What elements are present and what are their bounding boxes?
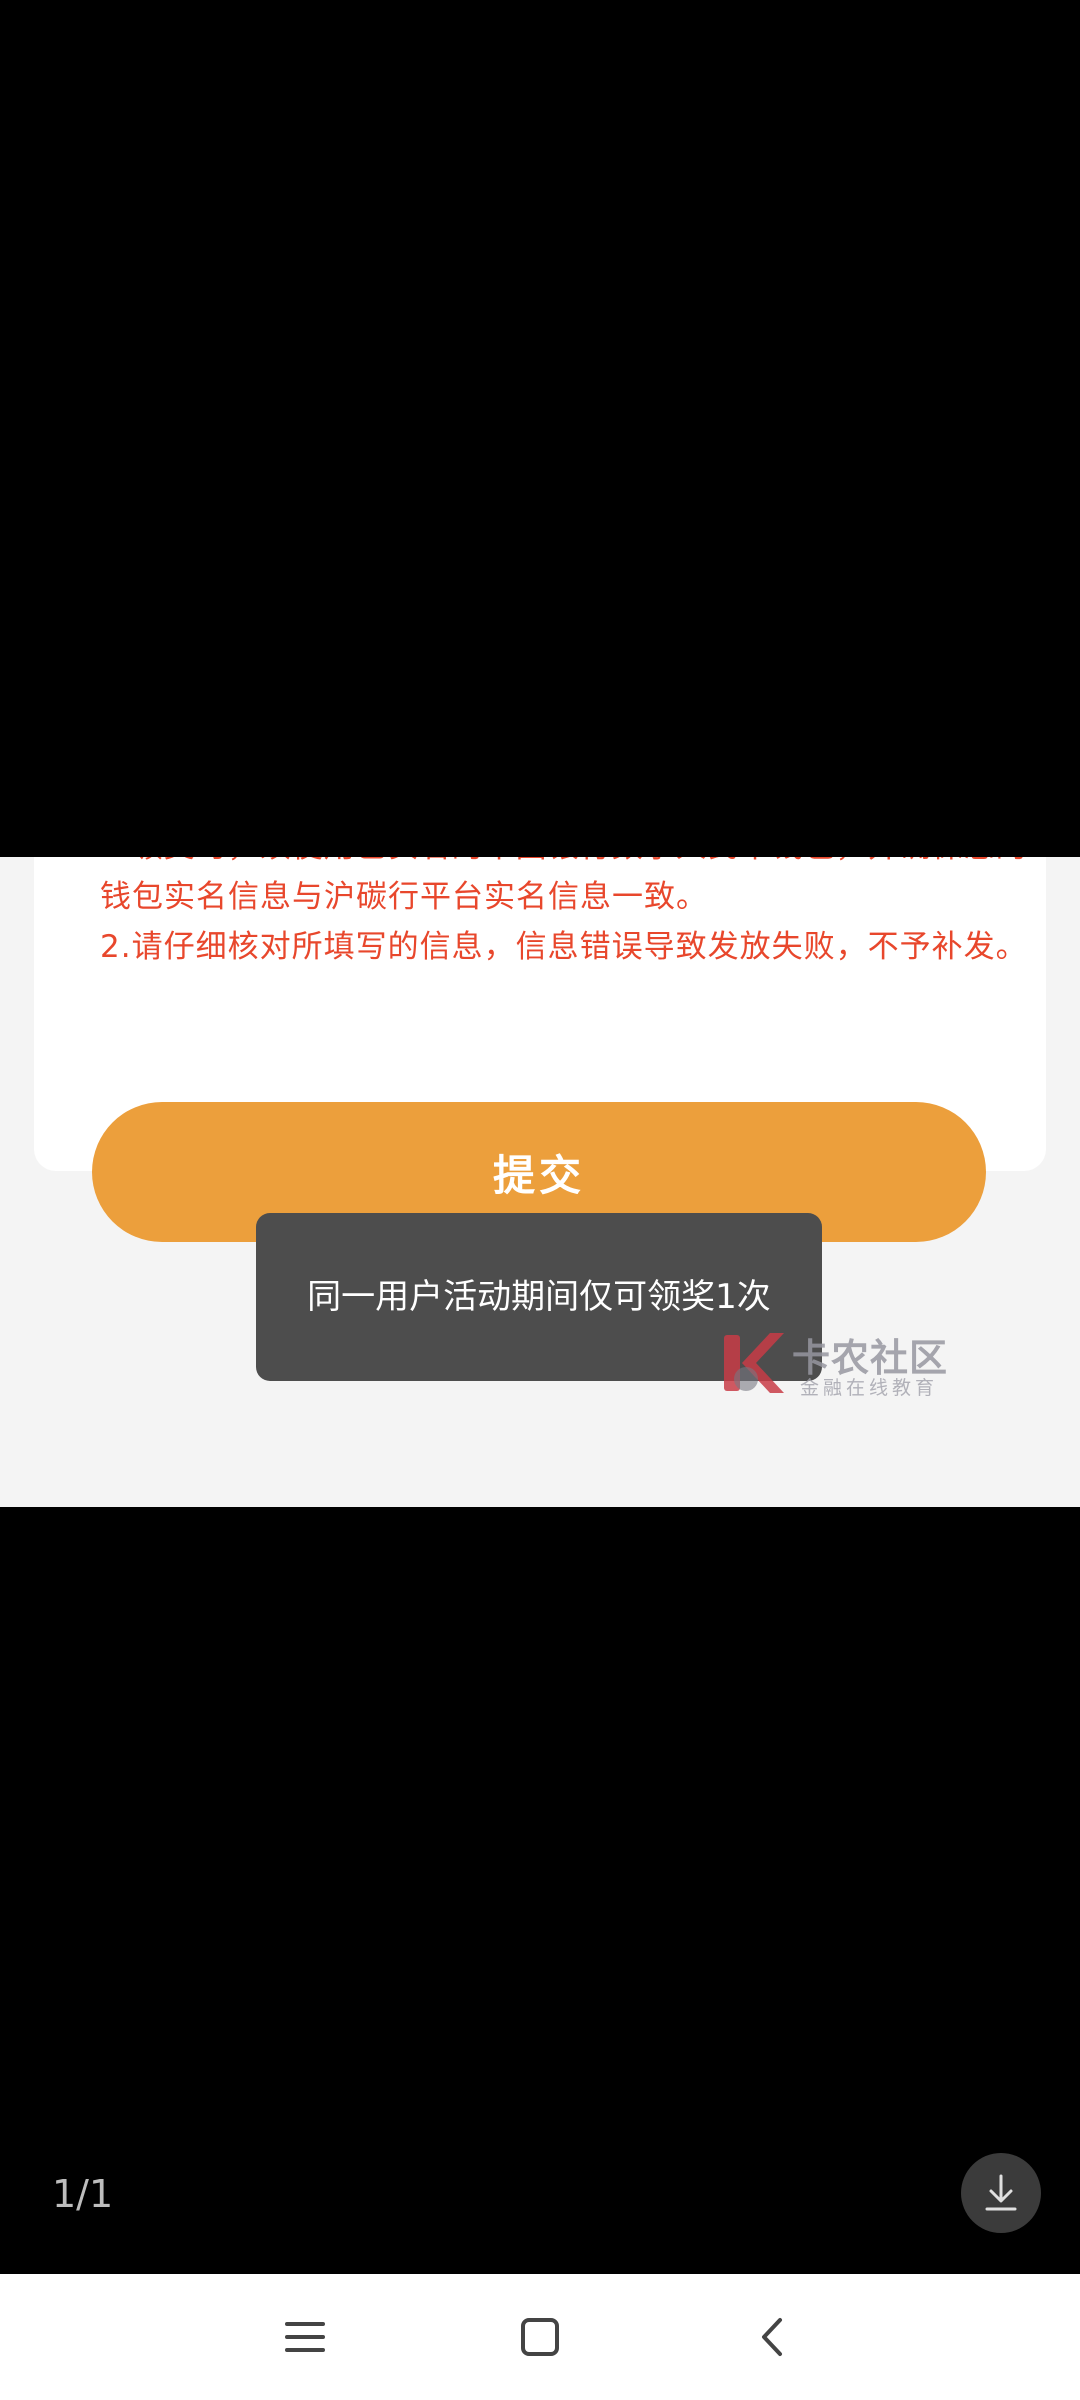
download-button[interactable] [961,2153,1041,2233]
home-button[interactable] [500,2297,580,2377]
back-button[interactable] [733,2297,813,2377]
download-icon [985,2174,1017,2211]
page-counter: 1/1 [52,2172,114,2216]
notice-text: 1.领奖时，须使用已实名的中国银行数字人民币钱包，并确保您的钱包实名信息与沪碳行… [100,857,1040,972]
screenshot-image: 1.领奖时，须使用已实名的中国银行数字人民币钱包，并确保您的钱包实名信息与沪碳行… [0,857,1080,1507]
watermark-subtitle: 金融在线教育 [800,1377,939,1399]
image-viewer: 1.领奖时，须使用已实名的中国银行数字人民币钱包，并确保您的钱包实名信息与沪碳行… [0,0,1080,2274]
home-square-icon [521,2318,559,2356]
kanong-logo-icon [724,1333,784,1393]
back-chevron-icon [762,2318,782,2356]
menu-icon [285,2322,325,2352]
recent-apps-button[interactable] [265,2297,345,2377]
system-navigation-bar [0,2274,1080,2400]
notice-line-1: 1.领奖时，须使用已实名的中国银行数字人民币钱包，并确保您的钱包实名信息与沪碳行… [100,857,1027,915]
watermark: 卡农社区 金融在线教育 [718,1327,958,1407]
notice-line-2: 2.请仔细核对所填写的信息，信息错误导致发放失败，不予补发。 [100,929,1028,965]
